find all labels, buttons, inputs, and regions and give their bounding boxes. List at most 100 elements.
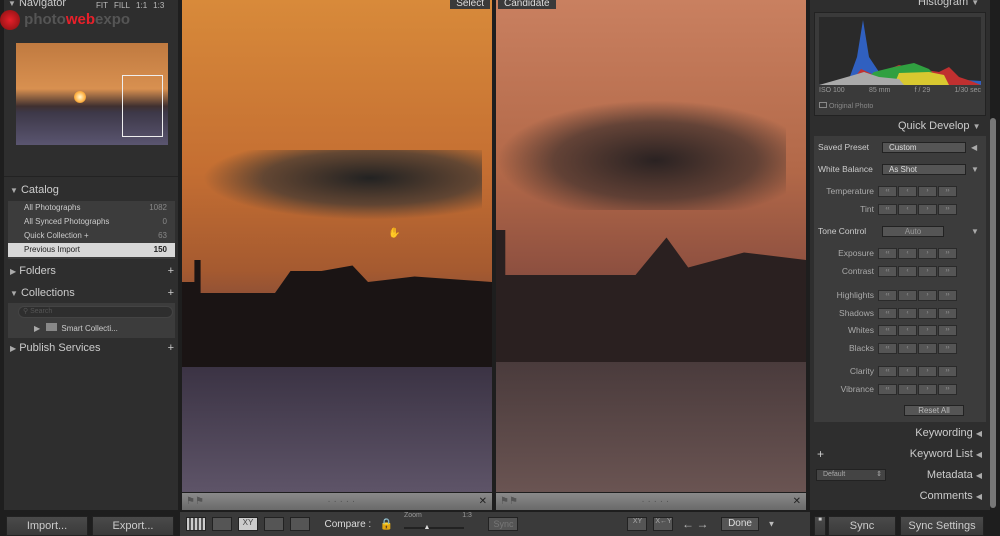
collections-search[interactable]: ⚲ Search: [18, 306, 173, 318]
close-select-icon[interactable]: ✕: [479, 496, 487, 507]
quick-develop-header[interactable]: Quick Develop ▼: [898, 120, 981, 132]
tint-row: Tint ‹‹ ‹ › ››: [814, 201, 984, 217]
publish-services-header[interactable]: ▶ Publish Services +: [10, 342, 174, 354]
metadata-header[interactable]: Metadata ◀: [927, 469, 982, 481]
zoom-fill[interactable]: FILL: [114, 1, 130, 10]
contrast-row: Contrast ‹‹ ‹ › ››: [814, 263, 984, 279]
add-collection-icon[interactable]: +: [168, 287, 174, 299]
zoom-1-3[interactable]: 1:3: [153, 1, 164, 10]
navigator-zoom-options: FIT FILL 1:1 1:3: [96, 1, 164, 10]
clarity-stepper[interactable]: ‹‹ ‹ › ››: [878, 365, 957, 377]
sync-button-right[interactable]: Sync: [828, 516, 896, 536]
previous-arrow-icon[interactable]: ←: [682, 517, 694, 531]
expand-icon[interactable]: ▼: [971, 227, 979, 236]
collections-header[interactable]: ▼ Collections +: [10, 287, 174, 299]
whites-row: Whites ‹‹ ‹ › ››: [814, 322, 984, 338]
left-panel: ▼ Navigator FIT FILL 1:1 1:3 photowebexp…: [0, 0, 178, 510]
vibrance-stepper[interactable]: ‹‹ ‹ › ››: [878, 383, 957, 395]
white-balance-select[interactable]: As Shot: [882, 163, 966, 175]
exposure-label: Exposure: [838, 248, 874, 258]
navigator-header[interactable]: ▼ Navigator: [8, 0, 66, 9]
import-button[interactable]: Import...: [6, 516, 88, 536]
folders-header[interactable]: ▶ Folders +: [10, 265, 174, 277]
toolbar-menu-icon[interactable]: ▼: [768, 520, 776, 529]
catalog-list: All Photographs 1082 All Synced Photograp…: [8, 201, 175, 259]
blacks-stepper[interactable]: ‹‹ ‹ › ››: [878, 342, 957, 354]
toolbar: XY Compare : 🔒 Zoom 1:3 ▲ Sync XY X←Y ← →…: [180, 512, 810, 536]
folders-title: Folders: [19, 265, 56, 277]
auto-sync-toggle[interactable]: ■: [814, 516, 826, 536]
exposure-stepper[interactable]: ‹‹ ‹ › ››: [878, 247, 957, 259]
original-photo-toggle[interactable]: Original Photo: [819, 102, 873, 110]
tone-control-label: Tone Control: [818, 226, 867, 236]
catalog-item-selected[interactable]: Previous Import 150: [8, 243, 175, 257]
candidate-photo[interactable]: Candidate: [496, 0, 806, 492]
smart-collection-item[interactable]: ▶ Smart Collecti...: [34, 323, 118, 333]
zoom-value: 1:3: [462, 512, 472, 519]
checkbox-icon: [819, 102, 827, 108]
catalog-header[interactable]: ▼ Catalog: [10, 184, 59, 196]
zoom-1-1[interactable]: 1:1: [136, 1, 147, 10]
focal-length: 85 mm: [868, 87, 891, 94]
hand-cursor-icon: ✋: [388, 228, 401, 239]
add-publish-icon[interactable]: +: [168, 342, 174, 354]
histogram-header[interactable]: Histogram ▼: [918, 0, 979, 8]
make-select-icon[interactable]: X←Y: [653, 517, 674, 531]
contrast-stepper[interactable]: ‹‹ ‹ › ››: [878, 265, 957, 277]
saved-preset-row: Saved Preset Custom ◀: [814, 139, 984, 155]
tint-stepper[interactable]: ‹‹ ‹ › ››: [878, 203, 957, 215]
close-candidate-icon[interactable]: ✕: [793, 496, 801, 507]
flag-icon[interactable]: ⚑⚑: [186, 496, 204, 507]
collapse-icon[interactable]: ◀: [971, 143, 977, 152]
search-placeholder: Search: [30, 308, 53, 315]
select-photo[interactable]: Select ✋: [182, 0, 492, 492]
highlights-stepper[interactable]: ‹‹ ‹ › ››: [878, 289, 957, 301]
survey-view-icon[interactable]: [264, 517, 284, 531]
compare-view-icon[interactable]: XY: [238, 517, 258, 531]
keyword-list-header[interactable]: Keyword List ◀: [910, 448, 982, 460]
shadows-stepper[interactable]: ‹‹ ‹ › ››: [878, 307, 957, 319]
candidate-info-strip: ⚑⚑ · · · · · ✕: [496, 493, 806, 510]
highlights-row: Highlights ‹‹ ‹ › ››: [814, 287, 984, 303]
keywording-header[interactable]: Keywording ◀: [915, 427, 982, 439]
reset-all-button[interactable]: Reset All: [904, 405, 964, 416]
auto-tone-button[interactable]: Auto: [882, 225, 944, 237]
swap-icon[interactable]: XY: [627, 517, 648, 531]
loupe-view-icon[interactable]: [212, 517, 232, 531]
done-button[interactable]: Done: [721, 517, 760, 531]
lock-icon[interactable]: 🔒: [380, 519, 394, 531]
tint-label: Tint: [860, 204, 874, 214]
comments-header[interactable]: Comments ◀: [920, 490, 982, 502]
zoom-control[interactable]: Zoom 1:3 ▲: [403, 512, 472, 531]
navigator-preview[interactable]: [16, 43, 168, 145]
catalog-item[interactable]: All Photographs 1082: [8, 201, 175, 215]
add-keyword-icon[interactable]: +: [817, 447, 824, 461]
people-view-icon[interactable]: [290, 517, 310, 531]
add-folder-icon[interactable]: +: [168, 265, 174, 277]
expand-icon: ▶: [34, 324, 41, 333]
expand-icon[interactable]: ▼: [971, 165, 979, 174]
grid-view-icon[interactable]: [186, 517, 206, 531]
export-button[interactable]: Export...: [92, 516, 174, 536]
candidate-label: Candidate: [498, 0, 556, 9]
next-arrow-icon[interactable]: →: [697, 517, 709, 531]
catalog-item[interactable]: Quick Collection + 63: [8, 229, 175, 243]
right-scrollbar[interactable]: [990, 118, 996, 508]
sync-button[interactable]: Sync: [488, 517, 519, 531]
zoom-fit[interactable]: FIT: [96, 1, 108, 10]
navigator-focus-rect[interactable]: [122, 75, 163, 137]
zoom-slider-track[interactable]: [403, 527, 464, 529]
metadata-preset-select[interactable]: Default ⇕: [816, 469, 886, 481]
white-balance-label: White Balance: [818, 164, 873, 174]
zoom-slider-thumb[interactable]: ▲: [424, 524, 431, 531]
city-silhouette: [496, 230, 806, 380]
histogram-graph: [819, 17, 981, 85]
whites-stepper[interactable]: ‹‹ ‹ › ››: [878, 324, 957, 336]
saved-preset-select[interactable]: Custom: [882, 141, 966, 153]
catalog-item-label: All Synced Photographs: [24, 217, 110, 226]
comments-title: Comments: [919, 490, 973, 502]
catalog-item[interactable]: All Synced Photographs 0: [8, 215, 175, 229]
temperature-stepper[interactable]: ‹‹ ‹ › ››: [878, 185, 957, 197]
flag-icon[interactable]: ⚑⚑: [500, 496, 518, 507]
sync-settings-button[interactable]: Sync Settings: [900, 516, 984, 536]
